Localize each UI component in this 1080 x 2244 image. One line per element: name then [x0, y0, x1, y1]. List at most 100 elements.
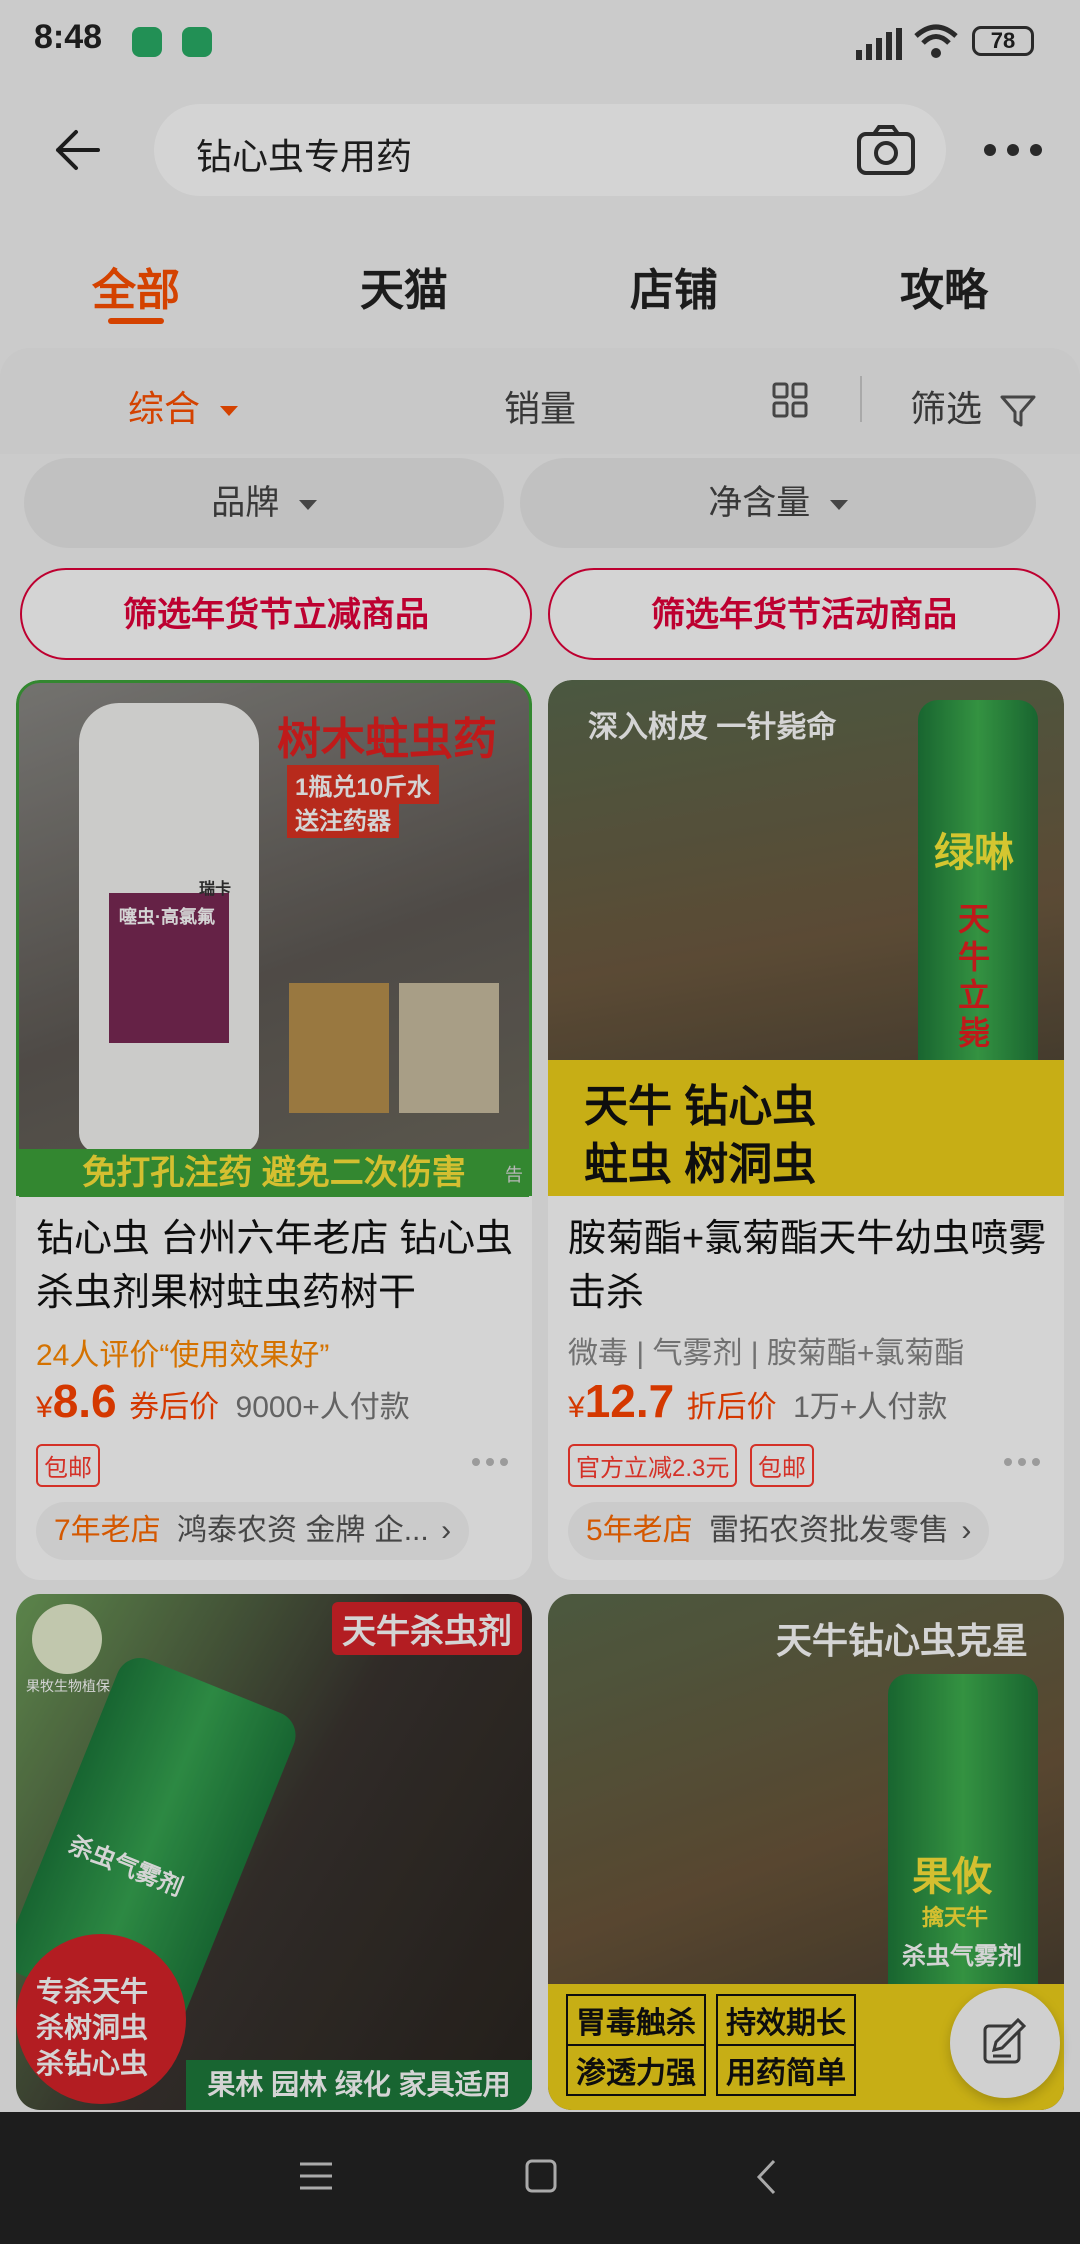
more-dots-icon[interactable]: [1002, 1456, 1042, 1468]
product-title: 钻心虫 台州六年老店 钻心虫杀虫剂果树蛀虫药树干: [36, 1218, 514, 1314]
product-review: 24人评价“使用效果好”: [36, 1339, 330, 1372]
product-card[interactable]: 噻虫·高氯氟 瑞卡 树木蛀虫药 1瓶兑10斤水 送注药器 免打孔注药 避免二次伤…: [16, 680, 532, 1580]
camera-search-icon[interactable]: [856, 124, 916, 176]
image-bottom-banner: 果林 园林 绿化 家具适用: [186, 2060, 532, 2110]
product-card[interactable]: 果牧生物植保 天牛杀虫剂 杀虫气雾剂 专杀天牛 杀树洞虫 杀钻心虫 果林 园林 …: [16, 1594, 532, 2110]
image-line: 天牛 钻心虫: [584, 1082, 817, 1131]
badge-text: 专杀天牛 杀树洞虫 杀钻心虫: [36, 1974, 148, 2082]
can-text: 杀虫气雾剂: [64, 1831, 187, 1902]
image-headline: 天牛钻心虫克星: [776, 1620, 1029, 1661]
volume-filter-chip[interactable]: 净含量: [520, 458, 1036, 548]
price-note: 折后价: [686, 1391, 777, 1424]
larva-photo: [399, 983, 499, 1113]
store-name: 雷拓农资批发零售: [709, 1514, 950, 1547]
more-options-icon[interactable]: [982, 130, 1044, 170]
badge-line: 杀钻心虫: [36, 2048, 149, 2079]
wifi-icon: [914, 24, 958, 58]
can-subtext: 天牛立毙: [958, 901, 991, 1051]
image-headline: 深入树皮 一针毙命: [588, 711, 837, 744]
brand-filter-chip[interactable]: 品牌: [24, 458, 504, 548]
back-button[interactable]: [48, 120, 108, 180]
tag-row: 官方立减2.3元 包邮: [568, 1444, 822, 1487]
menu-icon[interactable]: [298, 2160, 334, 2192]
tab-all[interactable]: 全部: [36, 254, 236, 318]
feedback-button[interactable]: [950, 1988, 1060, 2098]
can-text: 绿啉: [934, 831, 1014, 875]
caret-down-icon: [829, 500, 848, 511]
feature-label: 持效期长: [716, 1994, 856, 2046]
product-price: 8.6: [52, 1375, 117, 1427]
price-row: ¥8.6 券后价 9000+人付款: [36, 1374, 410, 1434]
currency: ¥: [36, 1391, 53, 1424]
price-row: ¥12.7 折后价 1万+人付款: [568, 1374, 947, 1434]
feature-label: 胃毒触杀: [566, 1994, 706, 2046]
sort-default-label: 综合: [128, 388, 201, 429]
free-shipping-tag: 包邮: [36, 1444, 100, 1487]
image-headline: 天牛杀虫剂: [332, 1602, 522, 1655]
active-tab-indicator: [108, 318, 164, 324]
bottle-graphic: 噻虫·高氯氟 瑞卡: [79, 703, 259, 1153]
status-bar: 8:48 78: [0, 0, 1080, 84]
home-icon[interactable]: [524, 2158, 558, 2194]
search-input[interactable]: 钻心虫专用药: [154, 104, 946, 196]
sort-default-button[interactable]: 综合: [128, 380, 239, 432]
brand-logo: [32, 1604, 102, 1674]
feature-label: 用药简单: [716, 2044, 856, 2096]
status-time: 8:48: [34, 18, 103, 56]
discount-tag: 官方立减2.3元: [568, 1444, 738, 1487]
can-brand: 果攸: [912, 1855, 992, 1899]
badge-line: 专杀天牛: [36, 1976, 149, 2007]
free-shipping-tag: 包邮: [749, 1444, 814, 1487]
product-attributes: 微毒 | 气雾剂 | 胺菊酯+氯菊酯: [568, 1337, 965, 1370]
ad-label: 告: [505, 1165, 523, 1185]
product-image: 噻虫·高氯氟 瑞卡 树木蛀虫药 1瓶兑10斤水 送注药器 免打孔注药 避免二次伤…: [16, 680, 532, 1197]
filter-icon: [1000, 395, 1036, 427]
can-subtext: 擒天牛: [922, 1905, 989, 1930]
image-subtext: 送注药器: [287, 799, 399, 838]
filter-label: 筛选: [910, 388, 983, 429]
store-link[interactable]: 5年老店 雷拓农资批发零售 ›: [568, 1502, 990, 1560]
product-title: 胺菊酯+氯菊酯天牛幼虫喷雾击杀: [568, 1218, 1047, 1314]
wechat-notification-icon: [132, 27, 162, 57]
signal-icon: [856, 28, 902, 60]
divider: [860, 376, 862, 422]
bottle-label-text: 噻虫·高氯氟: [119, 907, 215, 927]
product-card[interactable]: 深入树皮 一针毙命 绿啉 天牛立毙 天牛 钻心虫 蛀虫 树洞虫 胺菊酯+氯菊酯天…: [548, 680, 1064, 1580]
store-link[interactable]: 7年老店 鸿泰农资 金牌 企... ›: [36, 1502, 470, 1560]
bottle-brand: 瑞卡: [199, 881, 232, 898]
back-nav-icon[interactable]: [754, 2158, 778, 2196]
store-name: 鸿泰农资 金牌 企...: [177, 1514, 429, 1547]
feature-label: 渗透力强: [566, 2044, 706, 2096]
can-text: 杀虫气雾剂: [902, 1943, 1022, 1970]
system-navigation-bar: [0, 2112, 1080, 2244]
larva-photo: [289, 983, 389, 1113]
store-age: 5年老店: [586, 1514, 693, 1547]
badge-line: 杀树洞虫: [36, 2012, 149, 2043]
image-line: 蛀虫 树洞虫: [584, 1140, 817, 1189]
image-bottom-banner: 免打孔注药 避免二次伤害: [19, 1149, 529, 1197]
product-image: 深入树皮 一针毙命 绿啉 天牛立毙 天牛 钻心虫 蛀虫 树洞虫: [548, 680, 1064, 1196]
search-query: 钻心虫专用药: [196, 136, 413, 177]
product-image: 果牧生物植保 天牛杀虫剂 杀虫气雾剂 专杀天牛 杀树洞虫 杀钻心虫 果林 园林 …: [16, 1594, 532, 2110]
filter-button[interactable]: 筛选: [910, 380, 1036, 432]
tab-tmall[interactable]: 天猫: [304, 254, 504, 318]
chevron-right-icon: ›: [441, 1514, 452, 1547]
promo-filter-discount[interactable]: 筛选年货节立减商品: [20, 568, 532, 660]
tab-store[interactable]: 店铺: [574, 254, 774, 318]
more-dots-icon[interactable]: [470, 1456, 510, 1468]
grid-view-icon[interactable]: [772, 382, 808, 418]
currency: ¥: [568, 1391, 585, 1424]
brand-chip-label: 品牌: [211, 484, 280, 522]
tag-row: 包邮: [36, 1444, 108, 1487]
battery-level: 78: [990, 28, 1016, 53]
sold-count: 1万+人付款: [793, 1391, 948, 1424]
edit-icon: [983, 2018, 1027, 2064]
tab-guide[interactable]: 攻略: [844, 254, 1044, 318]
battery-icon: 78: [972, 26, 1034, 56]
store-age: 7年老店: [54, 1514, 161, 1547]
image-headline: 树木蛀虫药: [277, 715, 497, 764]
product-price: 12.7: [584, 1375, 675, 1427]
sort-sales-button[interactable]: 销量: [504, 380, 576, 432]
promo-filter-event[interactable]: 筛选年货节活动商品: [548, 568, 1060, 660]
caret-down-icon: [220, 406, 239, 417]
